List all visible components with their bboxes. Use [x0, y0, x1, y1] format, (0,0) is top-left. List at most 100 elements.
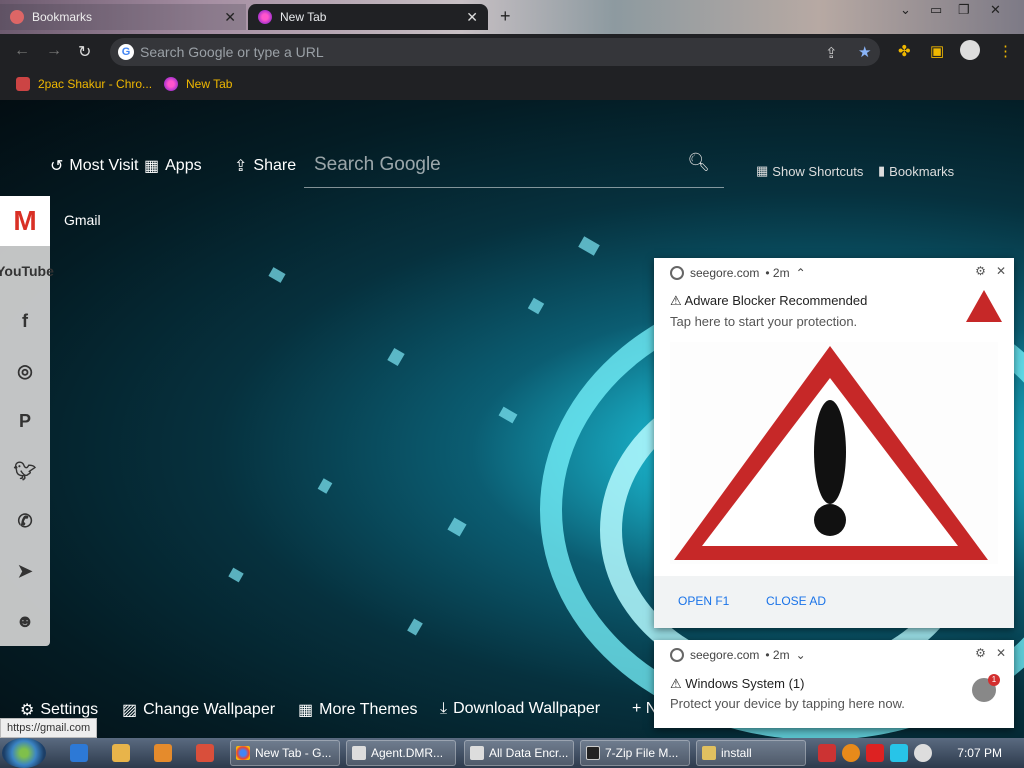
telegram-icon[interactable]: ➤: [8, 554, 42, 588]
explorer-icon[interactable]: [112, 744, 130, 762]
twitter-icon[interactable]: 🐦︎: [8, 454, 42, 488]
whatsapp-icon[interactable]: ✆: [8, 504, 42, 538]
taskbar-item[interactable]: install: [696, 740, 806, 766]
tab-label: New Tab: [280, 10, 327, 24]
maximize-icon[interactable]: ❐: [958, 2, 970, 18]
settings-label: Settings: [40, 701, 99, 718]
gear-icon[interactable]: ⚙: [975, 264, 986, 278]
share-icon[interactable]: ⇪: [825, 44, 838, 62]
tray-icon[interactable]: [818, 744, 836, 762]
media-player-icon[interactable]: [154, 744, 172, 762]
bookmarks-button[interactable]: ▮ Bookmarks: [878, 163, 954, 179]
share-label: Share: [253, 157, 297, 174]
side-panel-icon[interactable]: ▣: [930, 42, 944, 60]
extensions-icon[interactable]: ✤: [898, 42, 911, 60]
google-icon: G: [118, 44, 134, 60]
wallpaper-shard: [387, 347, 405, 367]
flag-icon[interactable]: [866, 744, 884, 762]
new-tab-button[interactable]: +: [500, 6, 511, 27]
address-input[interactable]: [140, 42, 790, 62]
download-wallpaper-button[interactable]: ⤓ Download Wallpaper: [440, 700, 600, 718]
clock[interactable]: 7:07 PM: [957, 746, 1002, 760]
task-label: install: [721, 746, 752, 760]
pinterest-icon[interactable]: P: [8, 404, 42, 438]
chevron-down-icon[interactable]: ⌄: [796, 648, 806, 662]
download-wallpaper-label: Download Wallpaper: [453, 700, 601, 717]
youtube-text: YouTube: [0, 263, 54, 279]
close-window-icon[interactable]: ✕: [990, 2, 1001, 18]
bookmark-label: New Tab: [186, 77, 233, 91]
search-icon[interactable]: 🔍︎: [687, 152, 710, 173]
bookmark-item[interactable]: 2pac Shakur - Chro...: [16, 77, 152, 91]
share-icon: ⇪: [234, 158, 248, 175]
close-icon[interactable]: ✕: [224, 9, 236, 26]
taskbar-item[interactable]: All Data Encr...: [464, 740, 574, 766]
close-icon[interactable]: ✕: [996, 646, 1006, 660]
show-shortcuts-button[interactable]: ▦ Show Shortcuts: [756, 163, 863, 179]
history-icon: ↺: [50, 158, 64, 175]
app-icon[interactable]: [196, 744, 214, 762]
time-label: • 2m: [765, 266, 790, 280]
star-icon[interactable]: ★: [858, 43, 871, 61]
wallpaper-shard: [498, 406, 518, 424]
reddit-icon[interactable]: ☻: [8, 604, 42, 638]
close-icon[interactable]: ✕: [466, 9, 478, 26]
chrome-icon: [670, 266, 684, 280]
warning-image: [670, 342, 998, 564]
tab-strip: Bookmarks ✕ New Tab ✕ + ⌄ ▭ ❐ ✕: [0, 0, 1024, 34]
menu-icon[interactable]: ⋮: [998, 42, 1013, 60]
search-input[interactable]: [314, 152, 684, 178]
instagram-icon[interactable]: ◎: [8, 354, 42, 388]
taskbar-item[interactable]: Agent.DMR...: [346, 740, 456, 766]
volume-icon[interactable]: [914, 744, 932, 762]
notification-body: Tap here to start your protection.: [670, 314, 858, 329]
warning-icon: [966, 290, 1002, 322]
tray-icon[interactable]: [842, 744, 860, 762]
chevron-down-icon[interactable]: ⌄: [900, 2, 911, 18]
youtube-icon[interactable]: YouTube: [0, 254, 54, 288]
facebook-icon[interactable]: f: [8, 304, 42, 338]
more-themes-button[interactable]: ▦ More Themes: [298, 700, 418, 720]
settings-app-icon: 1: [972, 674, 1000, 702]
tab-new-tab[interactable]: New Tab ✕: [248, 4, 488, 30]
most-visited-button[interactable]: ↺ Most Visit: [50, 156, 138, 176]
bookmark-icon: ▮: [878, 163, 886, 178]
chevron-up-icon[interactable]: ⌃: [796, 266, 806, 280]
notification-adware[interactable]: seegore.com • 2m ⌃ ⚙ ✕ ⚠ Adware Blocker …: [654, 258, 1014, 628]
change-wallpaper-button[interactable]: ▨ Change Wallpaper: [122, 700, 275, 720]
bookmarks-label: Bookmarks: [889, 163, 955, 179]
forward-icon[interactable]: →: [46, 42, 62, 60]
wallpaper-shard: [578, 236, 600, 256]
social-sidebar: M YouTube f ◎ P 🐦︎ ✆ ➤ ☻: [0, 196, 54, 646]
bookmark-label: 2pac Shakur - Chro...: [38, 77, 153, 91]
wallpaper-shard: [527, 297, 545, 315]
open-button[interactable]: OPEN F1: [678, 594, 729, 608]
share-button[interactable]: ⇪ Share: [234, 156, 296, 176]
most-visited-label: Most Visit: [69, 157, 139, 174]
start-button[interactable]: [2, 738, 46, 768]
task-label: 7-Zip File M...: [605, 746, 679, 760]
notification-windows-system[interactable]: seegore.com • 2m ⌄ ⚙ ✕ ⚠ Windows System …: [654, 640, 1014, 728]
close-icon[interactable]: ✕: [996, 264, 1006, 278]
tab-favicon: [258, 10, 272, 24]
profile-icon[interactable]: [960, 40, 980, 60]
minimize-icon[interactable]: ▭: [930, 2, 942, 18]
ie-icon[interactable]: [70, 744, 88, 762]
notification-actions: OPEN F1 CLOSE AD: [654, 576, 1014, 628]
taskbar-item[interactable]: 7-Zip File M...: [580, 740, 690, 766]
tab-bookmarks[interactable]: Bookmarks ✕: [0, 4, 246, 30]
apps-button[interactable]: ▦ Apps: [144, 156, 202, 176]
close-ad-button[interactable]: CLOSE AD: [766, 594, 826, 608]
display-icon[interactable]: [890, 744, 908, 762]
gear-icon[interactable]: ⚙: [975, 646, 986, 660]
bookmark-item[interactable]: New Tab: [164, 77, 232, 91]
address-bar[interactable]: G ⇪ ★: [110, 38, 880, 66]
tab-favicon: [10, 10, 24, 24]
taskbar-item[interactable]: New Tab - G...: [230, 740, 340, 766]
settings-button[interactable]: ⚙ Settings: [20, 700, 98, 720]
reload-icon[interactable]: ↻: [78, 42, 91, 62]
search-box[interactable]: 🔍︎: [304, 144, 724, 188]
grid-icon: ▦: [298, 702, 314, 719]
back-icon[interactable]: ←: [14, 42, 30, 60]
gmail-icon[interactable]: M: [0, 196, 50, 246]
